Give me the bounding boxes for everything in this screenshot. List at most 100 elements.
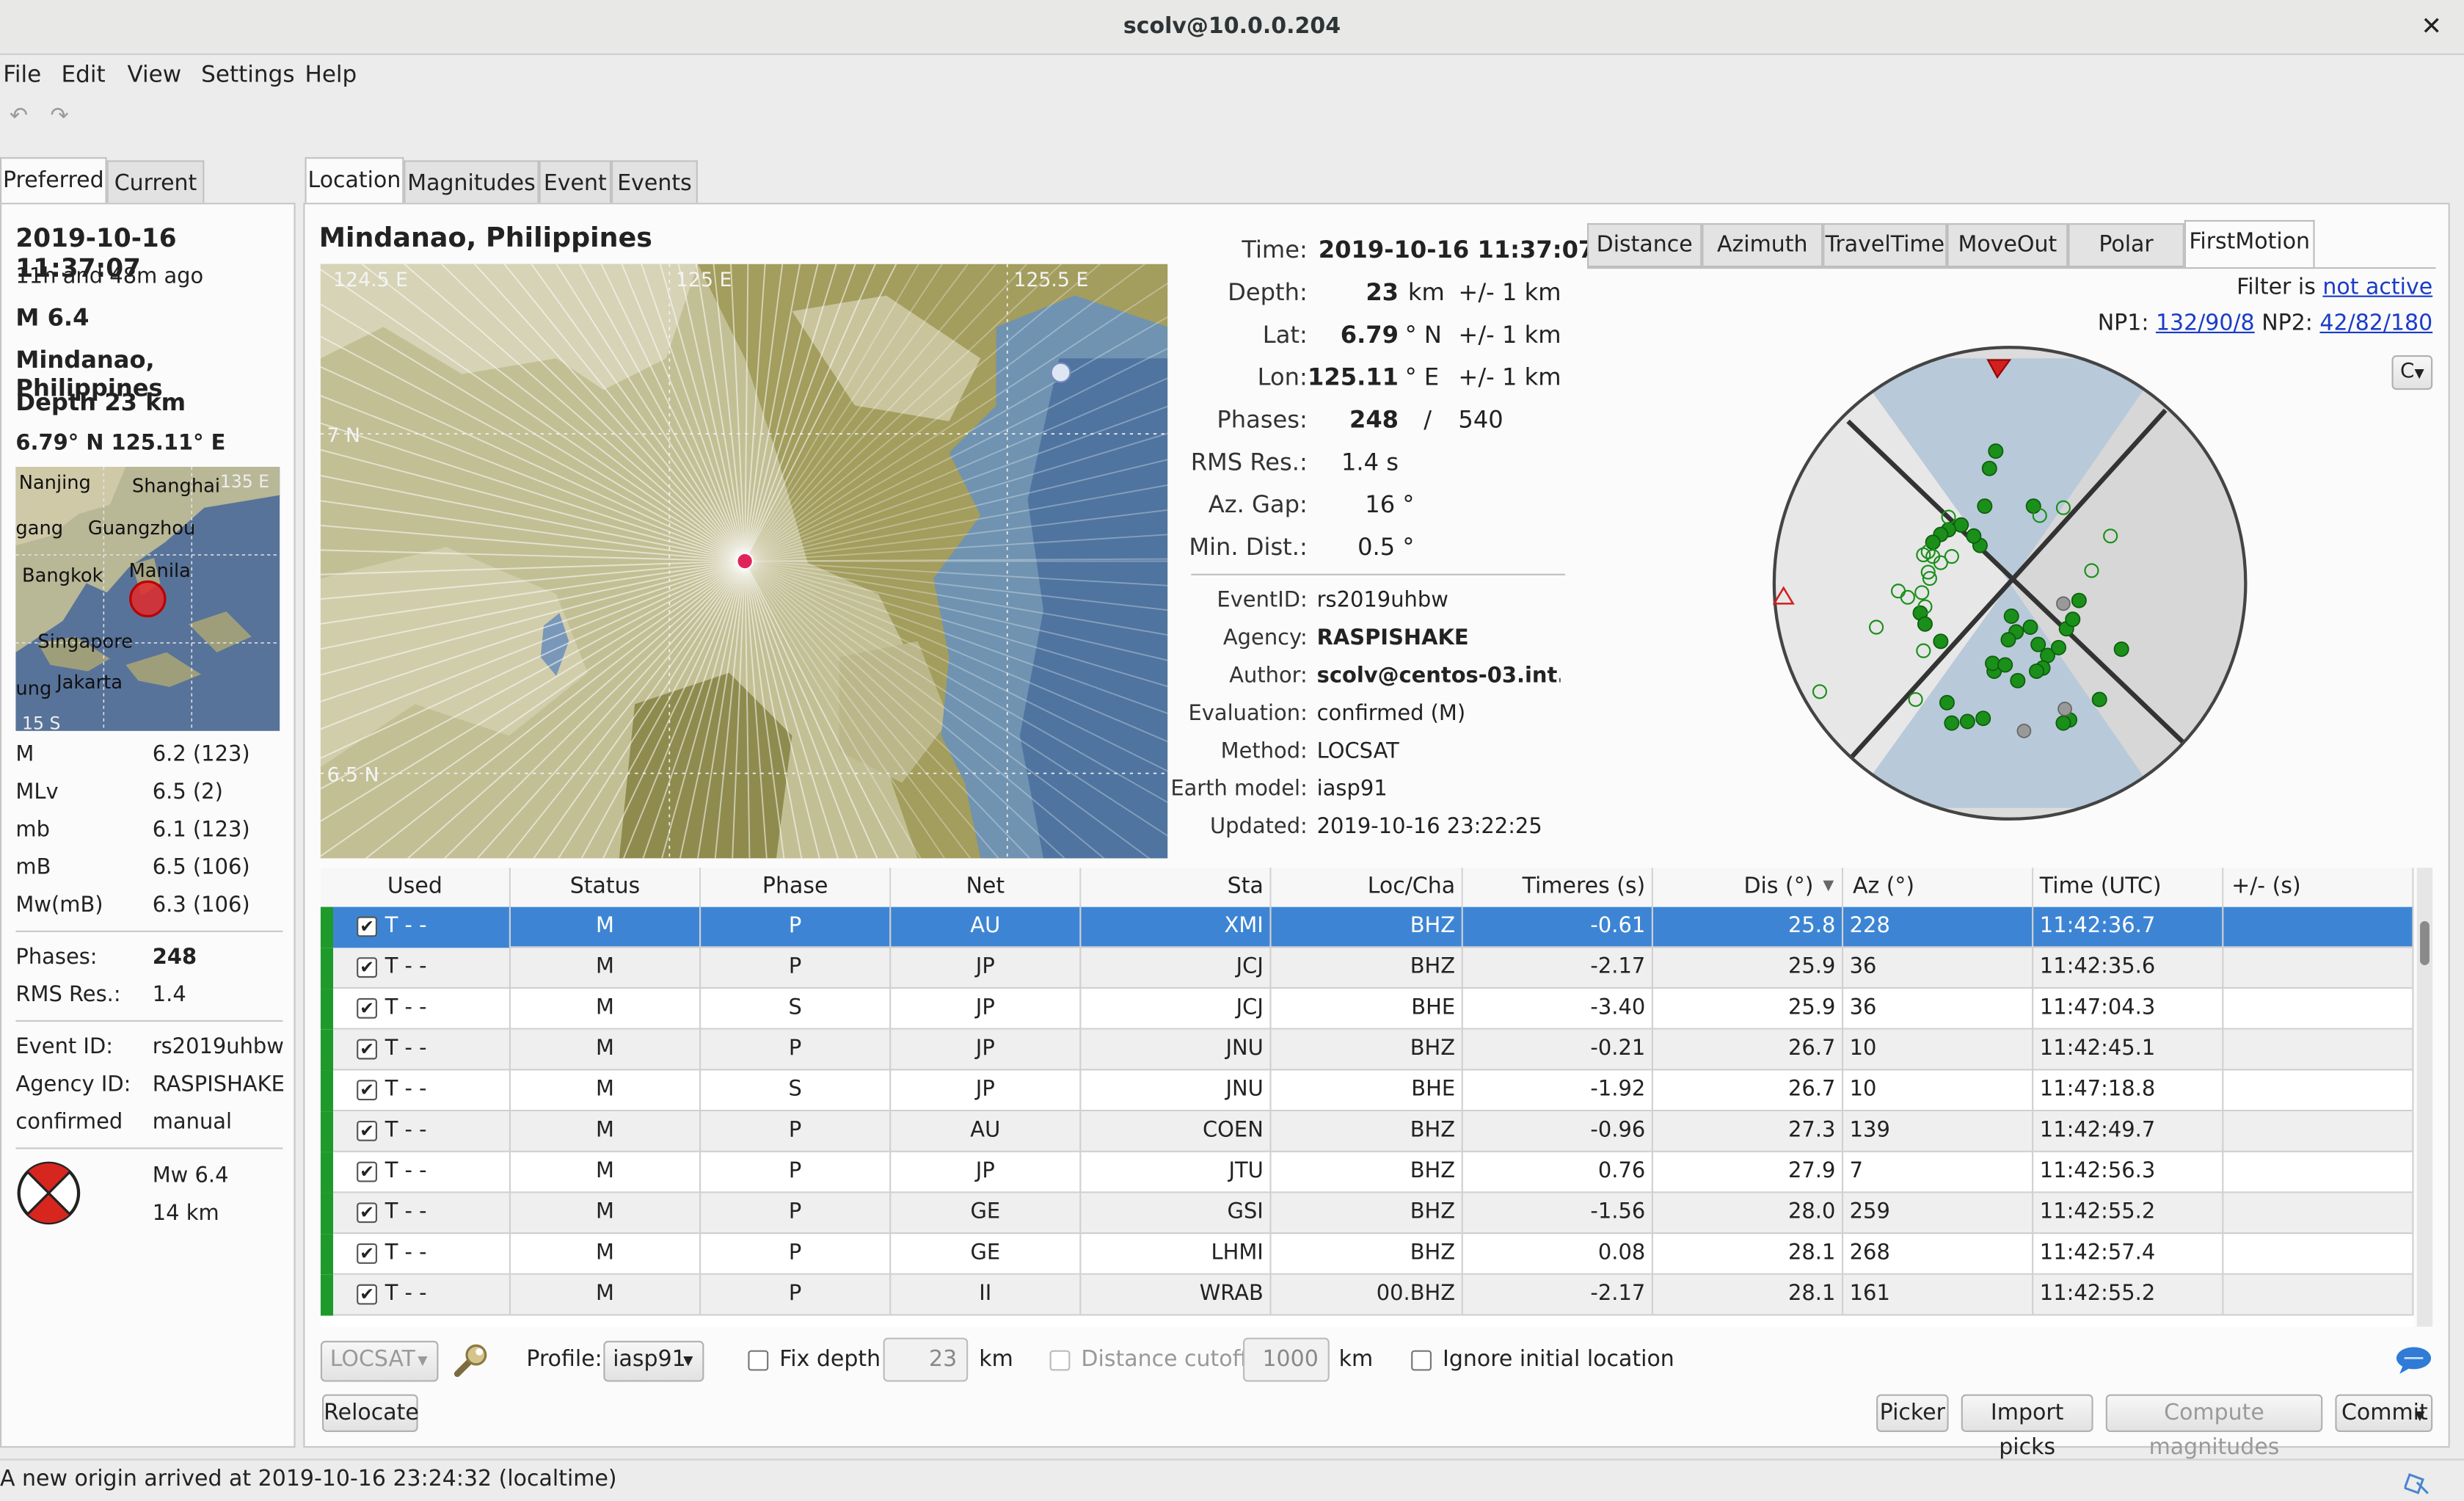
np2-link[interactable]: 42/82/180: [2319, 311, 2432, 336]
cell-status: M: [511, 948, 701, 989]
col-az[interactable]: Az (°): [1843, 868, 2034, 907]
tab-event[interactable]: Event: [539, 160, 612, 205]
cell-used[interactable]: ✔ T - -: [333, 948, 511, 989]
locator-select[interactable]: LOCSAT ▼: [320, 1340, 439, 1382]
rms-value: 1.4: [152, 982, 186, 1008]
cell-loccha: BHZ: [1272, 1152, 1463, 1193]
col-used[interactable]: Used: [320, 868, 511, 907]
col-status[interactable]: Status: [511, 868, 701, 907]
menu-help[interactable]: Help: [305, 63, 357, 88]
undo-icon[interactable]: ↶: [10, 103, 28, 128]
arrival-table[interactable]: Used Status Phase Net Sta Loc/Cha Timere…: [320, 868, 2414, 1327]
chat-bubble-icon[interactable]: [2395, 1344, 2432, 1375]
ignore-initial-checkbox[interactable]: [1411, 1350, 1432, 1371]
tab-magnitudes[interactable]: Magnitudes: [404, 160, 539, 205]
cell-used[interactable]: ✔ T - -: [333, 1070, 511, 1112]
col-sta[interactable]: Sta: [1081, 868, 1272, 907]
redo-icon[interactable]: ↷: [51, 103, 69, 128]
tab-moveout[interactable]: MoveOut: [1947, 223, 2068, 268]
menu-edit[interactable]: Edit: [62, 63, 106, 88]
menu-view[interactable]: View: [127, 63, 181, 88]
overview-map[interactable]: Nanjing Shanghai gang Guangzhou Bangkok …: [15, 467, 280, 731]
firstmotion-menu-button[interactable]: C▼: [2391, 355, 2433, 390]
table-row[interactable]: ✔ T - - M P GE LHMI BHZ 0.08 28.1 268 11:42:57.4: [320, 1234, 2414, 1275]
cell-dis: 27.3: [1653, 1111, 1844, 1152]
used-indicator: [320, 1193, 334, 1235]
table-row[interactable]: ✔ T - - M P JP JNU BHZ -0.21 26.7 10 11:42:45.1: [320, 1029, 2414, 1071]
table-row[interactable]: ✔ T - - M P II WRAB 00.BHZ -2.17 28.1 161 11:42:55…: [320, 1274, 2414, 1316]
filter-link[interactable]: not active: [2322, 275, 2432, 300]
col-dis[interactable]: Dis (°) ▼: [1652, 868, 1844, 907]
fix-depth-checkbox[interactable]: [748, 1350, 769, 1371]
cell-used[interactable]: ✔ T - -: [333, 1193, 511, 1235]
import-picks-button[interactable]: Import picks: [1961, 1394, 2093, 1461]
used-checkbox[interactable]: ✔: [357, 916, 377, 937]
used-checkbox[interactable]: ✔: [357, 997, 377, 1019]
cell-used[interactable]: ✔ T - -: [333, 989, 511, 1030]
cell-used[interactable]: ✔ T - -: [333, 1152, 511, 1193]
tab-traveltime[interactable]: TravelTime: [1823, 223, 1947, 268]
col-loccha[interactable]: Loc/Cha: [1271, 868, 1463, 907]
beachball-plot[interactable]: [1760, 333, 2263, 836]
col-timeres[interactable]: Timeres (s): [1462, 868, 1653, 907]
cell-az: 36: [1843, 948, 2034, 989]
table-row[interactable]: ✔ T - - M P JP JTU BHZ 0.76 27.9 7 11:42:56.3: [320, 1152, 2414, 1193]
cell-used[interactable]: ✔ T - -: [333, 1111, 511, 1152]
table-row[interactable]: ✔ T - - M P AU XMI BHZ -0.61 25.8 228 11:42:36.7: [320, 906, 2414, 948]
tab-distance[interactable]: Distance: [1587, 223, 1702, 268]
tab-polar[interactable]: Polar: [2068, 223, 2184, 268]
cell-net: II: [891, 1274, 1082, 1316]
used-checkbox[interactable]: ✔: [357, 957, 377, 978]
used-checkbox[interactable]: ✔: [357, 1284, 377, 1305]
cell-used[interactable]: ✔ T - -: [333, 1029, 511, 1071]
used-checkbox[interactable]: ✔: [357, 1080, 377, 1101]
used-checkbox[interactable]: ✔: [357, 1243, 377, 1264]
col-err[interactable]: +/- (s): [2223, 868, 2414, 907]
table-row[interactable]: ✔ T - - M P AU COEN BHZ -0.96 27.3 139 11:42:49.7: [320, 1111, 2414, 1152]
table-scrollbar[interactable]: [2416, 868, 2433, 1327]
cell-loccha: BHZ: [1272, 906, 1463, 948]
table-row[interactable]: ✔ T - - M S JP JCJ BHE -3.40 25.9 36 11:47:04.3: [320, 989, 2414, 1030]
profile-select[interactable]: iasp91 ▼: [603, 1340, 704, 1382]
tab-events[interactable]: Events: [611, 160, 698, 205]
menu-file[interactable]: File: [3, 63, 41, 88]
tab-azimuth[interactable]: Azimuth: [1702, 223, 1823, 268]
tab-location[interactable]: Location: [305, 157, 404, 205]
table-row[interactable]: ✔ T - - M P JP JCJ BHZ -2.17 25.9 36 11:42:35.6: [320, 948, 2414, 989]
distance-cutoff-checkbox[interactable]: [1049, 1350, 1071, 1371]
commit-button[interactable]: Commit ▼: [2335, 1394, 2433, 1432]
col-phase[interactable]: Phase: [701, 868, 892, 907]
phases-value: 248: [152, 945, 197, 970]
cell-phase: P: [701, 906, 892, 948]
cell-used[interactable]: ✔ T - -: [333, 906, 511, 948]
mag-type: mB: [15, 855, 51, 881]
picker-button[interactable]: Picker: [1876, 1394, 1949, 1432]
tab-preferred[interactable]: Preferred: [0, 157, 107, 205]
fix-depth-input[interactable]: 23: [883, 1337, 969, 1382]
cell-err: [2223, 989, 2414, 1030]
col-net[interactable]: Net: [891, 868, 1082, 907]
used-checkbox[interactable]: ✔: [357, 1120, 377, 1141]
tab-current[interactable]: Current: [106, 160, 205, 205]
menu-settings[interactable]: Settings: [201, 63, 294, 88]
used-checkbox[interactable]: ✔: [357, 1161, 377, 1182]
location-map[interactable]: 124.5 E 125 E 125.5 E 7 N 6.5 N: [320, 264, 1168, 859]
table-row[interactable]: ✔ T - - M P GE GSI BHZ -1.56 28.0 259 11:42:55.2: [320, 1193, 2414, 1235]
scrollbar-thumb[interactable]: [2420, 920, 2430, 965]
compute-magnitudes-button[interactable]: Compute magnitudes: [2105, 1394, 2323, 1461]
close-icon[interactable]: ✕: [2421, 11, 2442, 41]
filter-label: Filter is: [2237, 275, 2316, 301]
used-checkbox[interactable]: ✔: [357, 1202, 377, 1224]
relocate-button[interactable]: Relocate: [322, 1394, 419, 1432]
distance-cutoff-input[interactable]: 1000: [1243, 1337, 1330, 1382]
used-checkbox[interactable]: ✔: [357, 1039, 377, 1060]
cell-status: M: [511, 1152, 701, 1193]
cell-used[interactable]: ✔ T - -: [333, 1234, 511, 1275]
cell-sta: JCJ: [1081, 948, 1272, 989]
cell-used[interactable]: ✔ T - -: [333, 1274, 511, 1316]
table-row[interactable]: ✔ T - - M S JP JNU BHE -1.92 26.7 10 11:47:18.8: [320, 1070, 2414, 1112]
wrench-icon[interactable]: [451, 1342, 489, 1380]
lat-label: Lat:: [1262, 320, 1308, 349]
tab-firstmotion[interactable]: FirstMotion: [2184, 219, 2315, 268]
col-time[interactable]: Time (UTC): [2033, 868, 2224, 907]
